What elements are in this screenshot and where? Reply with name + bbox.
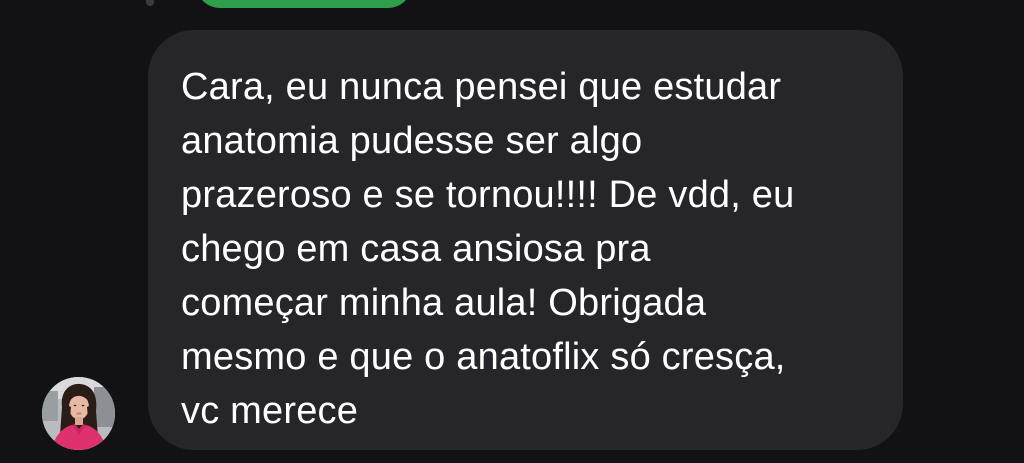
scroll-indicator [146, 0, 154, 6]
chat-screen: Cara, eu nunca pensei que estudar anatom… [0, 0, 1024, 463]
incoming-message-bubble[interactable]: Cara, eu nunca pensei que estudar anatom… [148, 30, 903, 450]
previous-outgoing-message-bubble[interactable] [196, 0, 412, 8]
profile-photo-icon [42, 377, 115, 450]
message-text: Cara, eu nunca pensei que estudar anatom… [181, 66, 795, 432]
sender-avatar[interactable] [42, 377, 115, 450]
